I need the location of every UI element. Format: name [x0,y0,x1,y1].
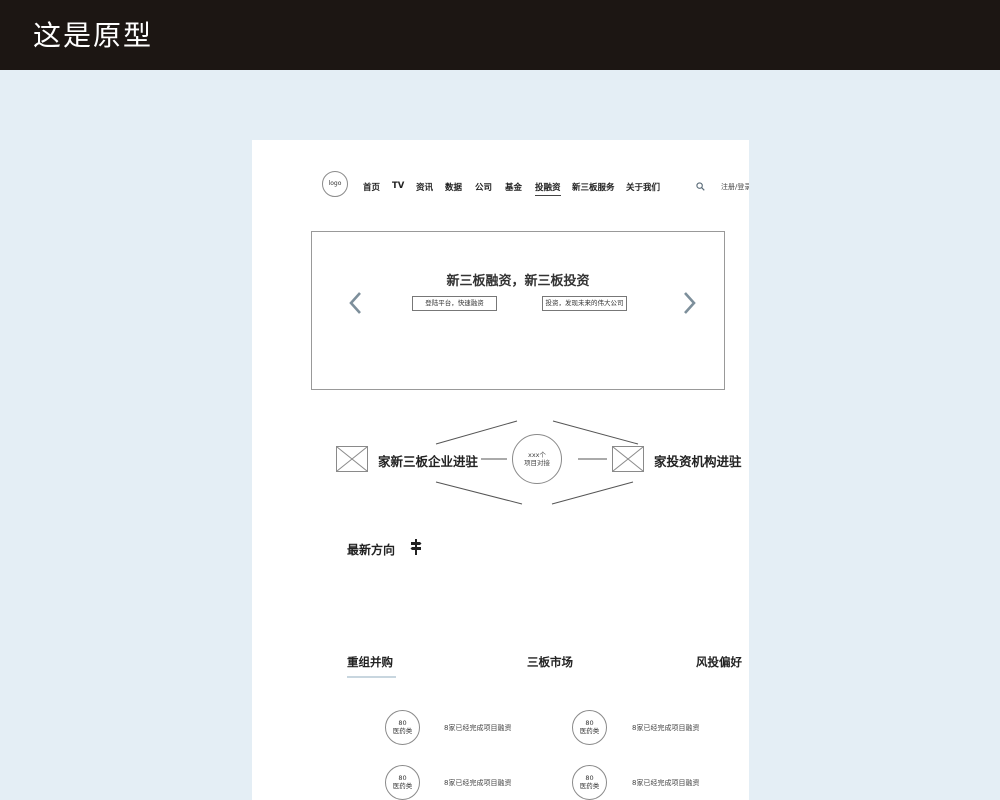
nav-item-news[interactable]: 资讯 [416,181,433,193]
hub-label: 项目对接 [524,459,550,467]
top-bar: 这是原型 [0,0,1000,70]
image-placeholder-icon [612,446,644,472]
hub-count: xxx个 [527,451,547,459]
category-desc: 8家已经完成项目融资 [444,779,512,787]
category-circle[interactable]: 80 医药类 [572,710,607,745]
nav-item-data[interactable]: 数据 [445,181,462,193]
enterprises-label: 家新三板企业进驻 [378,454,479,469]
category-circle[interactable]: 80 医药类 [385,765,420,800]
login-link[interactable]: 注册/登录 [721,182,749,192]
category-number: 80 [398,774,407,782]
category-circle[interactable]: 80 医药类 [572,765,607,800]
nav-item-fund[interactable]: 基金 [505,181,522,193]
image-placeholder-icon [336,446,368,472]
signpost-icon [410,539,422,555]
banner-financing-button[interactable]: 登陆平台，快速融资 [412,296,497,311]
nav-item-tv[interactable]: TV [392,181,404,191]
category-number: 80 [585,774,594,782]
search-icon[interactable] [696,182,705,191]
category-label: 医药类 [579,727,600,735]
hero-banner: 新三板融资，新三板投资 登陆平台，快速融资 投资，发现未来的伟大公司 [311,231,725,390]
category-desc: 8家已经完成项目融资 [632,779,700,787]
investors-label: 家投资机构进驻 [654,454,742,469]
tab-vc-preference[interactable]: 风投偏好 [696,654,742,670]
nav-item-financing[interactable]: 投融资 [535,181,561,196]
logo[interactable]: logo [322,171,348,197]
banner-investing-button[interactable]: 投资，发现未来的伟大公司 [542,296,627,311]
latest-direction-title: 最新方向 [347,543,396,557]
active-tab-indicator [347,676,396,678]
category-label: 医药类 [579,782,600,790]
category-number: 80 [585,719,594,727]
prototype-canvas: logo 首页 TV 资讯 数据 公司 基金 投融资 新三板服务 关于我们 注册… [252,140,749,800]
category-label: 医药类 [392,727,413,735]
chevron-right-icon[interactable] [682,290,698,316]
category-desc: 8家已经完成项目融资 [632,724,700,732]
category-label: 医药类 [392,782,413,790]
chevron-left-icon[interactable] [347,290,363,316]
category-desc: 8家已经完成项目融资 [444,724,512,732]
nav-item-nto-services[interactable]: 新三板服务 [572,181,615,193]
category-circle[interactable]: 80 医药类 [385,710,420,745]
tab-nto-market[interactable]: 三板市场 [527,654,573,670]
project-hub: xxx个 项目对接 [512,434,562,484]
nav-item-home[interactable]: 首页 [363,181,380,193]
nav-item-about[interactable]: 关于我们 [626,181,660,193]
banner-title: 新三板融资，新三板投资 [446,274,590,289]
nav-item-company[interactable]: 公司 [475,181,492,193]
category-number: 80 [398,719,407,727]
tab-mergers[interactable]: 重组并购 [347,654,393,670]
page-title: 这是原型 [33,19,154,52]
